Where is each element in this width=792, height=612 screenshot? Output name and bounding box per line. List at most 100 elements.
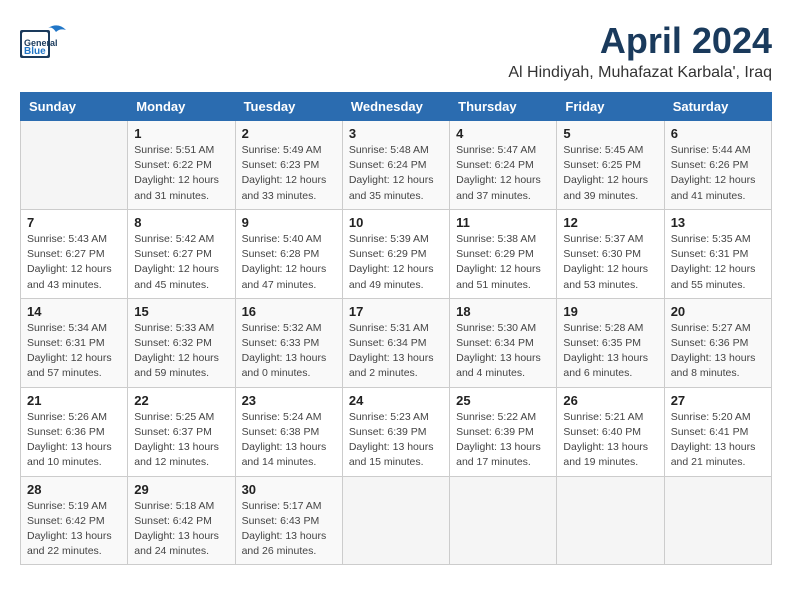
- day-number: 1: [134, 126, 228, 141]
- day-number: 4: [456, 126, 550, 141]
- calendar-cell: 1 Sunrise: 5:51 AM Sunset: 6:22 PM Daylig…: [128, 121, 235, 210]
- day-info: Sunrise: 5:22 AM Sunset: 6:39 PM Dayligh…: [456, 410, 550, 471]
- day-info: Sunrise: 5:18 AM Sunset: 6:42 PM Dayligh…: [134, 499, 228, 560]
- calendar-cell: [557, 476, 664, 565]
- calendar-cell: 25Sunrise: 5:22 AM Sunset: 6:39 PM Dayli…: [450, 387, 557, 476]
- calendar-cell: 10 Sunrise: 5:39 AM Sunset: 6:29 PM Dayli…: [342, 209, 449, 298]
- calendar-week-4: 21 Sunrise: 5:26 AM Sunset: 6:36 PM Dayli…: [21, 387, 772, 476]
- calendar-cell: [21, 121, 128, 210]
- day-info: Sunrise: 5:42 AM Sunset: 6:27 PM Dayligh…: [134, 232, 228, 293]
- calendar-cell: 19Sunrise: 5:28 AM Sunset: 6:35 PM Dayli…: [557, 298, 664, 387]
- weekday-header-wednesday: Wednesday: [342, 93, 449, 121]
- day-info: Sunrise: 5:30 AM Sunset: 6:34 PM Dayligh…: [456, 321, 550, 382]
- day-info: Sunrise: 5:21 AM Sunset: 6:40 PM Dayligh…: [563, 410, 657, 471]
- calendar-week-3: 14 Sunrise: 5:34 AM Sunset: 6:31 PM Dayli…: [21, 298, 772, 387]
- day-info: Sunrise: 5:45 AM Sunset: 6:25 PM Dayligh…: [563, 143, 657, 204]
- day-info: Sunrise: 5:24 AM Sunset: 6:38 PM Dayligh…: [242, 410, 336, 471]
- calendar-cell: 4 Sunrise: 5:47 AM Sunset: 6:24 PM Daylig…: [450, 121, 557, 210]
- location-subtitle: Al Hindiyah, Muhafazat Karbala', Iraq: [508, 64, 772, 82]
- day-info: Sunrise: 5:17 AM Sunset: 6:43 PM Dayligh…: [242, 499, 336, 560]
- calendar-cell: 16 Sunrise: 5:32 AM Sunset: 6:33 PM Dayli…: [235, 298, 342, 387]
- day-number: 26: [563, 393, 657, 408]
- calendar-cell: 28Sunrise: 5:19 AM Sunset: 6:42 PM Dayli…: [21, 476, 128, 565]
- day-info: Sunrise: 5:25 AM Sunset: 6:37 PM Dayligh…: [134, 410, 228, 471]
- day-number: 6: [671, 126, 765, 141]
- day-number: 15: [134, 304, 228, 319]
- day-number: 18: [456, 304, 550, 319]
- day-number: 3: [349, 126, 443, 141]
- day-info: Sunrise: 5:20 AM Sunset: 6:41 PM Dayligh…: [671, 410, 765, 471]
- calendar-cell: 22 Sunrise: 5:25 AM Sunset: 6:37 PM Dayli…: [128, 387, 235, 476]
- day-info: Sunrise: 5:31 AM Sunset: 6:34 PM Dayligh…: [349, 321, 443, 382]
- day-info: Sunrise: 5:37 AM Sunset: 6:30 PM Dayligh…: [563, 232, 657, 293]
- calendar-cell: 8 Sunrise: 5:42 AM Sunset: 6:27 PM Daylig…: [128, 209, 235, 298]
- day-info: Sunrise: 5:33 AM Sunset: 6:32 PM Dayligh…: [134, 321, 228, 382]
- calendar-cell: 6 Sunrise: 5:44 AM Sunset: 6:26 PM Daylig…: [664, 121, 771, 210]
- weekday-header-saturday: Saturday: [664, 93, 771, 121]
- day-info: Sunrise: 5:47 AM Sunset: 6:24 PM Dayligh…: [456, 143, 550, 204]
- day-info: Sunrise: 5:39 AM Sunset: 6:29 PM Dayligh…: [349, 232, 443, 293]
- day-info: Sunrise: 5:40 AM Sunset: 6:28 PM Dayligh…: [242, 232, 336, 293]
- weekday-header-thursday: Thursday: [450, 93, 557, 121]
- calendar-cell: 26 Sunrise: 5:21 AM Sunset: 6:40 PM Dayli…: [557, 387, 664, 476]
- day-number: 23: [242, 393, 336, 408]
- day-info: Sunrise: 5:27 AM Sunset: 6:36 PM Dayligh…: [671, 321, 765, 382]
- day-info: Sunrise: 5:48 AM Sunset: 6:24 PM Dayligh…: [349, 143, 443, 204]
- calendar-cell: 29 Sunrise: 5:18 AM Sunset: 6:42 PM Dayli…: [128, 476, 235, 565]
- calendar-cell: 14 Sunrise: 5:34 AM Sunset: 6:31 PM Dayli…: [21, 298, 128, 387]
- day-number: 19: [563, 304, 657, 319]
- calendar-cell: 2 Sunrise: 5:49 AM Sunset: 6:23 PM Daylig…: [235, 121, 342, 210]
- day-number: 28: [27, 482, 121, 497]
- calendar-cell: 12 Sunrise: 5:37 AM Sunset: 6:30 PM Dayli…: [557, 209, 664, 298]
- day-number: 17: [349, 304, 443, 319]
- calendar-cell: [450, 476, 557, 565]
- calendar-cell: 20 Sunrise: 5:27 AM Sunset: 6:36 PM Dayli…: [664, 298, 771, 387]
- weekday-header-tuesday: Tuesday: [235, 93, 342, 121]
- calendar-cell: 27 Sunrise: 5:20 AM Sunset: 6:41 PM Dayli…: [664, 387, 771, 476]
- day-number: 24: [349, 393, 443, 408]
- calendar-cell: 30Sunrise: 5:17 AM Sunset: 6:43 PM Dayli…: [235, 476, 342, 565]
- day-info: Sunrise: 5:43 AM Sunset: 6:27 PM Dayligh…: [27, 232, 121, 293]
- calendar-cell: 23 Sunrise: 5:24 AM Sunset: 6:38 PM Dayli…: [235, 387, 342, 476]
- day-number: 16: [242, 304, 336, 319]
- calendar-cell: 21 Sunrise: 5:26 AM Sunset: 6:36 PM Dayli…: [21, 387, 128, 476]
- day-number: 9: [242, 215, 336, 230]
- day-number: 22: [134, 393, 228, 408]
- day-number: 21: [27, 393, 121, 408]
- day-number: 2: [242, 126, 336, 141]
- day-info: Sunrise: 5:49 AM Sunset: 6:23 PM Dayligh…: [242, 143, 336, 204]
- calendar-cell: [664, 476, 771, 565]
- day-number: 10: [349, 215, 443, 230]
- day-number: 11: [456, 215, 550, 230]
- month-title: April 2024: [508, 20, 772, 62]
- day-number: 27: [671, 393, 765, 408]
- day-number: 12: [563, 215, 657, 230]
- page-header: General Blue April 2024 Al Hindiyah, Muh…: [20, 20, 772, 82]
- calendar-cell: 7 Sunrise: 5:43 AM Sunset: 6:27 PM Daylig…: [21, 209, 128, 298]
- calendar-cell: 9 Sunrise: 5:40 AM Sunset: 6:28 PM Daylig…: [235, 209, 342, 298]
- day-number: 14: [27, 304, 121, 319]
- day-info: Sunrise: 5:32 AM Sunset: 6:33 PM Dayligh…: [242, 321, 336, 382]
- calendar-cell: 15 Sunrise: 5:33 AM Sunset: 6:32 PM Dayli…: [128, 298, 235, 387]
- day-info: Sunrise: 5:44 AM Sunset: 6:26 PM Dayligh…: [671, 143, 765, 204]
- day-number: 20: [671, 304, 765, 319]
- calendar-cell: 13Sunrise: 5:35 AM Sunset: 6:31 PM Dayli…: [664, 209, 771, 298]
- logo-icon: General Blue: [20, 20, 68, 60]
- day-number: 7: [27, 215, 121, 230]
- day-info: Sunrise: 5:51 AM Sunset: 6:22 PM Dayligh…: [134, 143, 228, 204]
- calendar-cell: 24Sunrise: 5:23 AM Sunset: 6:39 PM Dayli…: [342, 387, 449, 476]
- day-number: 8: [134, 215, 228, 230]
- day-info: Sunrise: 5:26 AM Sunset: 6:36 PM Dayligh…: [27, 410, 121, 471]
- weekday-header-friday: Friday: [557, 93, 664, 121]
- calendar-cell: 18 Sunrise: 5:30 AM Sunset: 6:34 PM Dayli…: [450, 298, 557, 387]
- calendar-cell: 17 Sunrise: 5:31 AM Sunset: 6:34 PM Dayli…: [342, 298, 449, 387]
- calendar-cell: 5 Sunrise: 5:45 AM Sunset: 6:25 PM Daylig…: [557, 121, 664, 210]
- day-number: 5: [563, 126, 657, 141]
- calendar-cell: 3 Sunrise: 5:48 AM Sunset: 6:24 PM Daylig…: [342, 121, 449, 210]
- day-info: Sunrise: 5:38 AM Sunset: 6:29 PM Dayligh…: [456, 232, 550, 293]
- weekday-header-monday: Monday: [128, 93, 235, 121]
- day-number: 29: [134, 482, 228, 497]
- day-info: Sunrise: 5:34 AM Sunset: 6:31 PM Dayligh…: [27, 321, 121, 382]
- calendar-cell: 11 Sunrise: 5:38 AM Sunset: 6:29 PM Dayli…: [450, 209, 557, 298]
- logo: General Blue: [20, 20, 68, 60]
